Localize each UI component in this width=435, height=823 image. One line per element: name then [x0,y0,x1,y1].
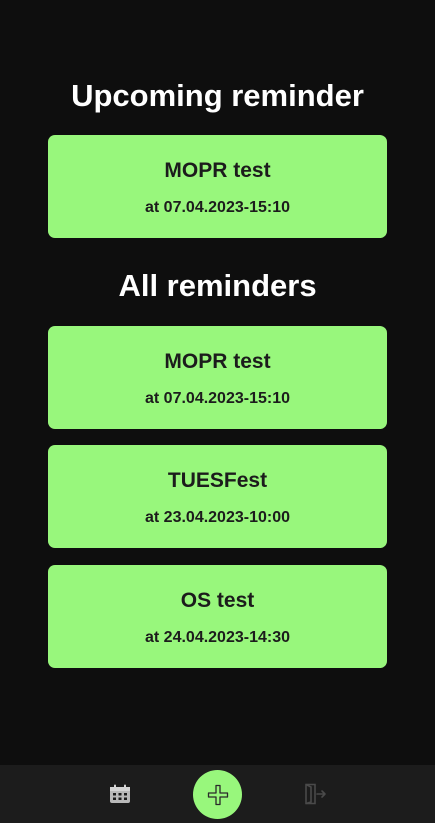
calendar-icon [110,784,130,803]
reminder-card[interactable]: OS test at 24.04.2023-14:30 [48,565,387,668]
app-screen: Upcoming reminder MOPR test at 07.04.202… [0,0,435,823]
reminder-title: OS test [180,589,255,612]
reminder-title: TUESFest [167,469,268,492]
reminder-time: at 07.04.2023-15:10 [145,390,290,407]
all-reminders-heading: All reminders [118,268,317,303]
calendar-button[interactable] [104,779,136,809]
upcoming-reminder-heading: Upcoming reminder [71,78,364,113]
reminder-title: MOPR test [164,350,271,373]
logout-button[interactable] [299,779,331,809]
reminder-time: at 07.04.2023-15:10 [145,199,290,216]
reminder-time: at 24.04.2023-14:30 [145,629,290,646]
logout-icon [305,783,326,805]
reminder-title: MOPR test [164,159,271,182]
reminder-time: at 23.04.2023-10:00 [145,509,290,526]
reminder-card[interactable]: MOPR test at 07.04.2023-15:10 [48,326,387,429]
plus-icon [207,784,228,805]
bottom-navigation [0,765,435,823]
add-reminder-button[interactable] [193,770,242,819]
reminder-card[interactable]: TUESFest at 23.04.2023-10:00 [48,445,387,548]
upcoming-reminder-card[interactable]: MOPR test at 07.04.2023-15:10 [48,135,387,238]
